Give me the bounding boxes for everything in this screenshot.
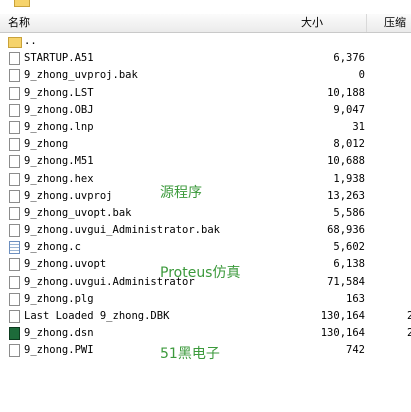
file-row[interactable]: 9_zhong_uvopt.bak 5,586 (0, 205, 411, 222)
annotation-source-code: 源程序 (160, 185, 202, 201)
file-name: 9_zhong.dsn (24, 327, 94, 340)
proteus-file-icon (9, 327, 20, 341)
file-row[interactable]: 9_zhong.c 5,602 (0, 239, 411, 256)
file-size: 6,376 (333, 52, 365, 65)
file-icon (9, 138, 20, 152)
file-size: 130,164 (320, 310, 365, 322)
file-row[interactable]: 9_zhong.hex 1,938 (0, 171, 411, 188)
file-icon (9, 224, 20, 238)
file-row[interactable]: .. (0, 33, 411, 50)
file-name: 9_zhong.M51 (24, 155, 94, 168)
file-size: 9,047 (333, 103, 365, 116)
file-icon (9, 258, 20, 272)
file-name: 9_zhong.lnp (24, 120, 94, 133)
file-compressed-size: 2 (407, 327, 411, 340)
file-icon (9, 155, 20, 169)
file-icon (9, 189, 20, 203)
file-name: 9_zhong.PWI (24, 344, 94, 357)
file-name: 9_zhong_uvproj.bak (24, 69, 138, 82)
file-size: 71,584 (327, 275, 365, 288)
file-icon (9, 86, 20, 100)
file-size: 5,586 (333, 206, 365, 219)
file-size: 68,936 (327, 224, 365, 237)
file-row[interactable]: STARTUP.A51 6,376 (0, 50, 411, 67)
file-name: 9_zhong.plg (24, 292, 94, 305)
file-icon (9, 120, 20, 134)
file-row[interactable]: 9_zhong.dsn 130,164 2 (0, 325, 411, 342)
file-name: 9_zhong_uvopt.bak (24, 206, 132, 219)
file-name: 9_zhong.c (24, 241, 81, 254)
file-name: Last Loaded 9_zhong.DBK (24, 310, 170, 322)
file-size: 8,012 (333, 138, 365, 151)
file-size: 10,188 (327, 86, 365, 99)
file-name: 9_zhong (24, 138, 69, 151)
annotation-proteus-sim: Proteus仿真 (160, 265, 241, 281)
file-size: 13,263 (327, 189, 365, 202)
file-size: 130,164 (320, 327, 365, 340)
file-row[interactable]: 9_zhong.LST 10,188 (0, 85, 411, 102)
file-size: 6,138 (333, 258, 365, 271)
annotation-51hei: 51黑电子 (160, 346, 220, 362)
text-file-icon (9, 241, 20, 255)
compressed-column-header[interactable]: 压缩 (372, 14, 411, 32)
file-size: 1,938 (333, 172, 365, 185)
file-icon (9, 310, 20, 323)
file-name: 9_zhong.LST (24, 86, 94, 99)
file-compressed-size: 2 (407, 310, 411, 322)
file-icon (9, 206, 20, 220)
file-name: 9_zhong.uvproj (24, 189, 113, 202)
file-row[interactable]: 9_zhong.M51 10,688 (0, 153, 411, 170)
size-column-label: 大小 (301, 16, 323, 29)
file-list: .. STARTUP.A51 6,376 9_zhong_uvproj.bak 0 9_z… (0, 33, 411, 360)
file-row[interactable]: 9_zhong.uvproj 13,263 (0, 188, 411, 205)
file-row[interactable]: 9_zhong 8,012 (0, 136, 411, 153)
file-icon (9, 52, 20, 66)
file-name: 9_zhong.OBJ (24, 103, 94, 116)
file-row[interactable]: 9_zhong_uvproj.bak 0 (0, 67, 411, 84)
file-row[interactable]: 9_zhong.plg 163 (0, 291, 411, 308)
file-size: 31 (352, 120, 365, 133)
file-size: 10,688 (327, 155, 365, 168)
file-icon (9, 172, 20, 186)
file-name: STARTUP.A51 (24, 52, 94, 65)
file-icon (9, 69, 20, 83)
file-size: 0 (358, 69, 365, 82)
file-name: 9_zhong.uvopt (24, 258, 107, 271)
folder-icon (8, 37, 22, 48)
file-size: 163 (346, 292, 365, 305)
size-column-header[interactable]: 大小 (0, 14, 367, 32)
file-name: 9_zhong.hex (24, 172, 94, 185)
file-name: .. (24, 35, 37, 47)
file-icon (9, 344, 20, 358)
file-name: 9_zhong.uvgui_Administrator.bak (24, 224, 220, 237)
file-row[interactable]: 9_zhong.lnp 31 (0, 119, 411, 136)
toolbar-strip (0, 0, 411, 14)
file-icon (9, 103, 20, 117)
file-size: 5,602 (333, 241, 365, 254)
file-icon (9, 292, 20, 306)
file-icon (9, 275, 20, 289)
folder-icon[interactable] (14, 0, 30, 7)
file-row[interactable]: 9_zhong.OBJ 9,047 (0, 102, 411, 119)
column-header: 名称 大小 压缩 (0, 14, 411, 33)
file-row[interactable]: 9_zhong.uvgui_Administrator.bak 68,936 (0, 222, 411, 239)
file-row[interactable]: Last Loaded 9_zhong.DBK 130,164 2 (0, 308, 411, 325)
file-size: 742 (346, 344, 365, 357)
